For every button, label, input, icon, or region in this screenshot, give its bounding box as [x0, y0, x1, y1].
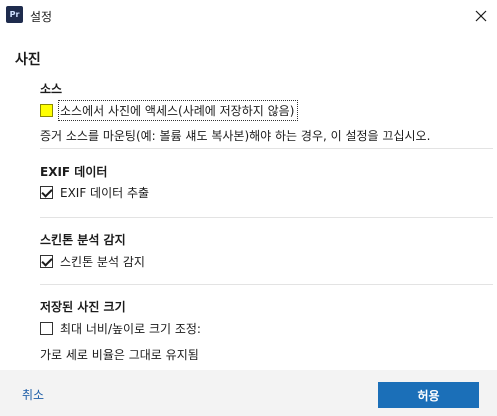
skin-tone-checkbox-row[interactable]: 스킨톤 분석 감지 [40, 252, 145, 270]
aspect-ratio-note: 가로 세로 비율은 그대로 유지됨 [40, 348, 199, 362]
source-access-checkbox-row[interactable]: 소스에서 사진에 액세스(사례에 저장하지 않음) [40, 99, 299, 121]
resize-label[interactable]: 최대 너비/높이로 크기 조정: [60, 320, 201, 337]
exif-checkbox-row[interactable]: EXIF 데이터 추출 [40, 183, 149, 201]
cancel-button[interactable]: 취소 [22, 386, 44, 403]
title-bar: Pr 설정 [0, 0, 497, 32]
exif-heading: EXIF 데이터 [40, 165, 108, 179]
close-icon[interactable] [469, 4, 493, 28]
source-note: 증거 소스를 마운팅(예: 볼륨 섀도 복사본)해야 하는 경우, 이 설정을 … [40, 129, 431, 143]
saved-size-heading: 저장된 사진 크기 [40, 300, 126, 314]
skin-tone-heading: 스킨톤 분석 감지 [40, 233, 126, 247]
ok-button[interactable]: 허용 [378, 382, 479, 408]
app-logo-icon: Pr [6, 6, 23, 23]
divider [40, 148, 493, 149]
exif-extract-checkbox[interactable] [40, 185, 53, 199]
skin-tone-checkbox[interactable] [40, 254, 53, 268]
exif-extract-label[interactable]: EXIF 데이터 추출 [60, 184, 149, 201]
divider [40, 217, 493, 218]
window-title: 설정 [30, 10, 53, 24]
skin-tone-label[interactable]: 스킨톤 분석 감지 [60, 253, 145, 270]
section-title: 사진 [15, 52, 41, 68]
source-access-checkbox[interactable] [40, 103, 53, 117]
resize-checkbox-row[interactable]: 최대 너비/높이로 크기 조정: [40, 319, 201, 337]
resize-checkbox[interactable] [40, 321, 53, 335]
divider [40, 284, 493, 285]
source-access-label[interactable]: 소스에서 사진에 액세스(사례에 저장하지 않음) [57, 99, 299, 121]
source-heading: 소스 [40, 82, 63, 96]
